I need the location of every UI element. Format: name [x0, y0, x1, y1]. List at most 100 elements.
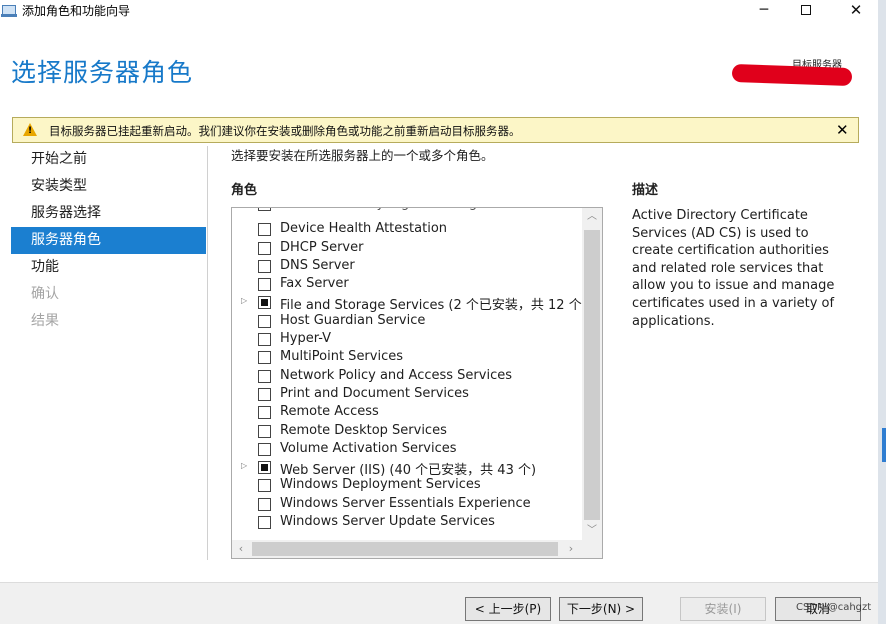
role-checkbox[interactable]	[258, 479, 271, 493]
horizontal-scroll-thumb[interactable]	[252, 542, 558, 556]
scroll-left-icon[interactable]: ‹	[232, 540, 250, 558]
server-manager-icon	[1, 5, 17, 17]
role-label: Host Guardian Service	[280, 312, 426, 328]
role-item[interactable]: Host Guardian Service	[232, 312, 582, 330]
role-item[interactable]: Fax Server	[232, 275, 582, 293]
role-label: Remote Access	[280, 404, 379, 420]
vertical-scroll-thumb[interactable]	[584, 230, 600, 520]
title-bar: 添加角色和功能向导 ─ ✕	[0, 0, 878, 24]
nav-item[interactable]: 开始之前	[11, 146, 206, 173]
role-checkbox[interactable]	[258, 406, 271, 420]
role-checkbox[interactable]	[258, 497, 271, 511]
role-checkbox[interactable]	[258, 442, 271, 456]
roles-heading: 角色	[231, 183, 258, 198]
maximize-icon	[801, 5, 811, 15]
role-label: Web Server (IIS) (40 个已安装，共 43 个)	[280, 463, 537, 479]
window-edge	[878, 0, 886, 624]
role-item[interactable]: DNS Server	[232, 257, 582, 275]
role-checkbox[interactable]	[258, 259, 271, 273]
role-item[interactable]: Windows Deployment Services	[232, 476, 582, 494]
role-label: Windows Deployment Services	[280, 477, 481, 493]
role-label: Fax Server	[280, 276, 349, 292]
nav-item: 确认	[31, 286, 59, 302]
role-checkbox[interactable]	[258, 333, 271, 347]
expand-arrow-icon[interactable]: ▷	[241, 461, 247, 470]
role-label: Network Policy and Access Services	[280, 367, 512, 383]
role-item[interactable]: Print and Document Services	[232, 385, 582, 403]
wizard-nav: 开始之前 安装类型 服务器选择 服务器角色 功能确认结果	[11, 146, 206, 335]
maximize-button[interactable]	[786, 0, 826, 22]
role-label: Windows Server Essentials Experience	[280, 495, 531, 511]
role-checkbox[interactable]	[258, 278, 271, 292]
instruction-text: 选择要安装在所选服务器上的一个或多个角色。	[231, 148, 494, 163]
role-checkbox[interactable]	[258, 351, 271, 365]
role-item[interactable]: Windows Server Essentials Experience	[232, 495, 582, 513]
role-checkbox[interactable]	[258, 241, 271, 255]
expand-arrow-icon[interactable]: ▷	[241, 296, 247, 305]
role-checkbox[interactable]	[258, 223, 271, 237]
wizard-window: 添加角色和功能向导 ─ ✕ 选择服务器角色 目标服务器 ! 目标服务器已挂起重新…	[0, 0, 886, 624]
nav-item[interactable]: 服务器角色	[11, 227, 206, 254]
role-checkbox[interactable]	[258, 424, 271, 438]
scroll-up-icon[interactable]: ︿	[582, 208, 602, 226]
role-item[interactable]: MultiPoint Services	[232, 348, 582, 366]
role-item[interactable]: Network Policy and Access Services	[232, 367, 582, 385]
nav-item[interactable]: 服务器选择	[11, 200, 206, 227]
role-label: Active Directory Rights Management Servi…	[280, 208, 578, 211]
nav-item[interactable]: 安装类型	[11, 173, 206, 200]
scroll-corner	[582, 540, 602, 558]
role-checkbox[interactable]	[258, 296, 271, 310]
role-item[interactable]: Device Health Attestation	[232, 220, 582, 238]
role-item[interactable]: Volume Activation Services	[232, 440, 582, 458]
wizard-footer: < 上一步(P) 下一步(N) > 安装(I) 取消 CSDN @cahgzt	[0, 582, 878, 624]
description-heading: 描述	[632, 183, 659, 198]
role-label: Windows Server Update Services	[280, 514, 495, 530]
roles-list-items: Active Directory Rights Management Servi…	[232, 208, 587, 531]
role-label: Hyper-V	[280, 331, 332, 347]
role-checkbox[interactable]	[258, 387, 271, 401]
role-item[interactable]: Windows Server Update Services	[232, 513, 582, 531]
horizontal-scrollbar[interactable]: ‹ ›	[232, 540, 582, 558]
vertical-scrollbar[interactable]: ︿ ﹀	[582, 208, 602, 540]
role-label: DNS Server	[280, 257, 355, 273]
role-checkbox[interactable]	[258, 208, 271, 211]
nav-item[interactable]: 功能	[11, 254, 206, 281]
warning-icon: !	[23, 123, 37, 136]
role-checkbox[interactable]	[258, 369, 271, 383]
roles-list[interactable]: Active Directory Rights Management Servi…	[231, 207, 603, 559]
role-item[interactable]: Remote Desktop Services	[232, 422, 582, 440]
role-label: Print and Document Services	[280, 385, 469, 401]
description-text: Active Directory Certificate Services (A…	[632, 208, 835, 329]
nav-divider	[207, 146, 208, 560]
role-checkbox[interactable]	[258, 516, 271, 530]
role-label: MultiPoint Services	[280, 349, 404, 365]
scroll-down-icon[interactable]: ﹀	[582, 522, 602, 540]
warning-banner: ! 目标服务器已挂起重新启动。我们建议你在安装或删除角色或功能之前重新启动目标服…	[12, 117, 859, 143]
role-item[interactable]: Active Directory Rights Management Servi…	[232, 208, 582, 220]
role-label: Volume Activation Services	[280, 440, 457, 456]
install-button[interactable]: 安装(I)	[680, 597, 766, 621]
role-item[interactable]: Hyper-V	[232, 330, 582, 348]
warning-close-button[interactable]: ✕	[836, 121, 849, 139]
role-item[interactable]: ▷ Web Server (IIS) (40 个已安装，共 43 个)	[232, 458, 582, 479]
role-label: DHCP Server	[280, 239, 364, 255]
role-item[interactable]: DHCP Server	[232, 239, 582, 257]
previous-button[interactable]: < 上一步(P)	[465, 597, 551, 621]
next-button[interactable]: 下一步(N) >	[559, 597, 643, 621]
scroll-right-icon[interactable]: ›	[562, 540, 580, 558]
role-checkbox[interactable]	[258, 461, 271, 475]
watermark-text: CSDN @cahgzt	[796, 602, 872, 613]
role-item[interactable]: ▷ File and Storage Services (2 个已安装，共 12 …	[232, 293, 587, 313]
page-title: 选择服务器角色	[11, 58, 194, 87]
redaction-mark	[731, 63, 853, 87]
role-checkbox[interactable]	[258, 314, 271, 328]
role-label: Remote Desktop Services	[280, 422, 447, 438]
close-button[interactable]: ✕	[836, 0, 876, 22]
role-label: Device Health Attestation	[280, 221, 448, 237]
role-label: File and Storage Services (2 个已安装，共 12 个…	[280, 298, 587, 314]
role-item[interactable]: Remote Access	[232, 403, 582, 421]
window-title: 添加角色和功能向导	[22, 4, 131, 18]
nav-item: 结果	[31, 313, 59, 329]
edge-accent	[882, 428, 886, 462]
minimize-button[interactable]: ─	[744, 0, 784, 22]
